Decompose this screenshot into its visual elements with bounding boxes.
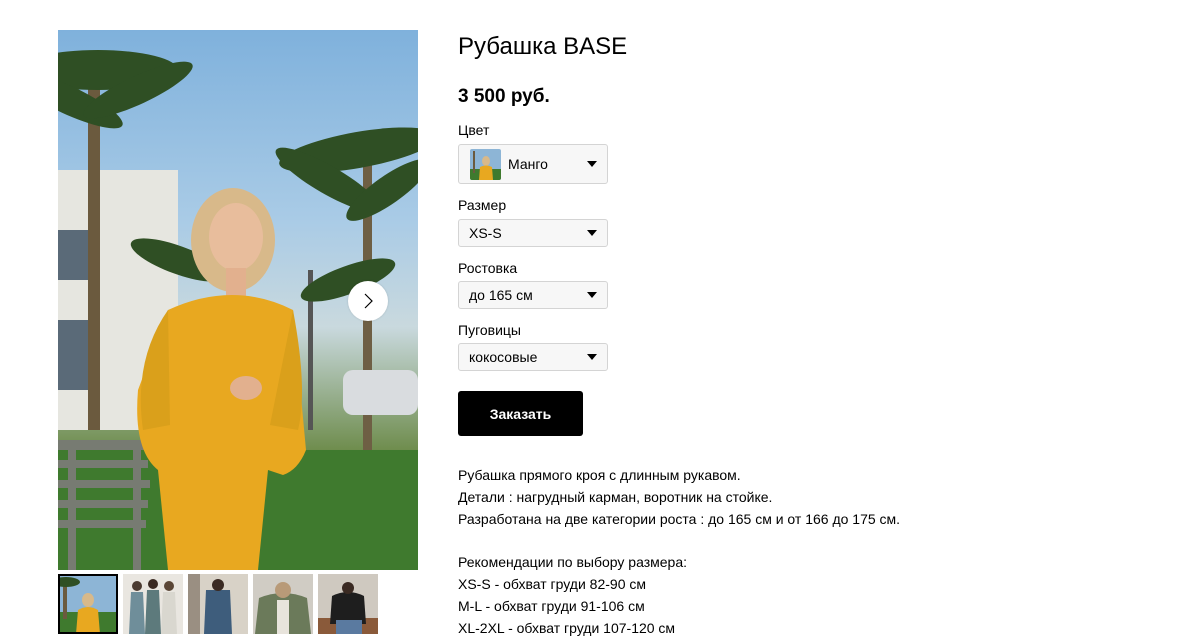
caret-down-icon <box>587 354 597 360</box>
caret-down-icon <box>587 292 597 298</box>
gallery-next-button[interactable] <box>348 281 388 321</box>
product-main-photo[interactable] <box>58 30 418 570</box>
product-price: 3 500 руб. <box>458 86 550 107</box>
product-title: Рубашка BASE <box>458 33 628 60</box>
buttons-label: Пуговицы <box>458 322 521 338</box>
thumbnail-2[interactable] <box>123 574 183 634</box>
size-guide-line: XS-S - обхват груди 82-90 см <box>458 575 646 592</box>
color-swatch-image <box>470 149 501 180</box>
product-description: Рубашка прямого кроя с длинным рукавом. … <box>458 465 1158 639</box>
buttons-select-value: кокосовые <box>469 349 538 365</box>
description-line: Детали : нагрудный карман, воротник на с… <box>458 488 773 505</box>
color-select[interactable]: Манго <box>458 144 608 184</box>
size-guide-heading: Рекомендации по выбору размера: <box>458 554 688 571</box>
size-guide-line: XL-2XL - обхват груди 107-120 см <box>458 619 676 636</box>
buttons-select[interactable]: кокосовые <box>458 343 608 371</box>
thumbnail-3[interactable] <box>188 574 248 634</box>
height-select-value: до 165 см <box>469 287 533 303</box>
description-line: Разработана на две категории роста : до … <box>458 510 901 527</box>
thumbnail-4[interactable] <box>253 574 313 634</box>
size-select-value: XS-S <box>469 225 502 241</box>
size-label: Размер <box>458 197 507 213</box>
thumbnail-5[interactable] <box>318 574 378 634</box>
caret-down-icon <box>587 161 597 167</box>
caret-down-icon <box>587 230 597 236</box>
chevron-right-icon <box>364 293 373 309</box>
height-label: Ростовка <box>458 260 518 276</box>
size-select[interactable]: XS-S <box>458 219 608 247</box>
order-button[interactable]: Заказать <box>458 391 583 436</box>
height-select[interactable]: до 165 см <box>458 281 608 309</box>
description-line: Рубашка прямого кроя с длинным рукавом. <box>458 467 741 483</box>
color-select-value: Манго <box>508 156 548 172</box>
thumbnail-1[interactable] <box>58 574 118 634</box>
color-label: Цвет <box>458 122 490 138</box>
size-guide-line: M-L - обхват груди 91-106 см <box>458 597 645 614</box>
